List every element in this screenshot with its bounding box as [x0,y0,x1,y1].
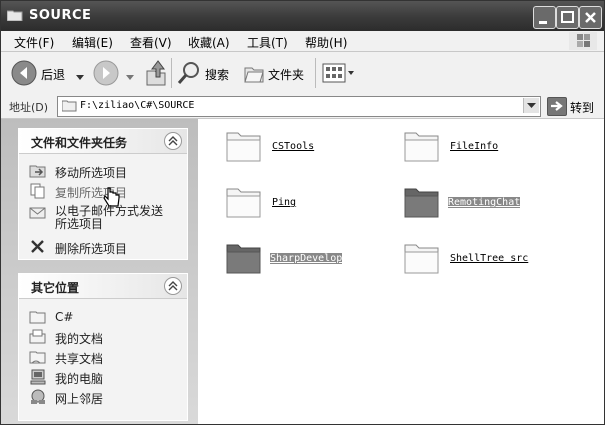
forward-button[interactable] [93,60,119,89]
maximize-button[interactable] [556,6,579,29]
folder-item[interactable]: Ping [225,183,385,223]
folder-icon [404,132,439,162]
folder-view: CSTools FileInfo Ping RemotingChat Sharp… [198,119,604,424]
toolbar-separator [315,58,316,88]
panel-title: 文件和文件夹任务 [31,136,128,150]
title-bar[interactable]: SOURCE [1,1,604,31]
folders-icon[interactable] [243,62,265,87]
back-dropdown-icon[interactable] [76,70,84,84]
folders-label[interactable]: 文件夹 [268,66,304,83]
copy-icon [29,183,47,199]
other-places-panel: 其它位置 C# 我的文档 共享文档 我的电脑 网上邻居 [18,273,188,421]
menu-bar: 文件(F) 编辑(E) 查看(V) 收藏(A) 工具(T) 帮助(H) [1,31,604,52]
toolbar-separator [171,58,172,88]
folder-item[interactable]: FileInfo [403,127,563,167]
forward-dropdown-icon[interactable] [126,70,134,84]
search-label[interactable]: 搜索 [205,66,229,83]
back-button[interactable] [11,60,37,89]
go-arrow-icon[interactable] [547,97,567,116]
folder-label: FileInfo [450,141,499,152]
menu-view[interactable]: 查看(V) [130,34,172,51]
menu-tools[interactable]: 工具(T) [247,34,288,51]
folder-item-selected[interactable]: RemotingChat [403,183,573,223]
menu-help[interactable]: 帮助(H) [305,34,347,51]
menu-favorites[interactable]: 收藏(A) [188,34,230,51]
address-input[interactable]: F:\ziliao\C#\SOURCE [57,96,541,117]
file-tasks-header[interactable]: 文件和文件夹任务 [19,129,187,154]
explorer-window: SOURCE 文件(F) 编辑(E) 查看(V) 收藏(A) 工具(T) 帮助(… [0,0,605,425]
task-email[interactable]: 以电子邮件方式发送所选项目 [29,204,179,238]
folder-icon [226,244,261,274]
folder-icon [404,188,439,218]
views-icon[interactable] [322,62,354,87]
menu-edit[interactable]: 编辑(E) [72,34,113,51]
shared-folder-icon [29,349,47,365]
back-label[interactable]: 后退 [41,66,65,83]
delete-icon [29,239,47,255]
folder-label: ShellTree src [450,253,529,264]
folder-icon [61,99,77,115]
up-folder-icon[interactable] [144,59,168,90]
minimize-button[interactable] [533,6,556,29]
menu-file[interactable]: 文件(F) [14,34,54,51]
other-places-header[interactable]: 其它位置 [19,274,187,299]
collapse-icon[interactable] [164,132,182,150]
computer-icon [29,369,47,385]
folder-icon [6,9,23,22]
address-label: 地址(D) [9,101,49,114]
email-icon [29,204,47,220]
toolbar: 后退 搜索 文件夹 [1,52,604,95]
folder-label: Ping [272,197,297,208]
folder-icon [226,132,261,162]
folder-item[interactable]: ShellTree src [403,239,573,279]
task-pane: 文件和文件夹任务 移动所选项目 复制所选项目 以电子邮件方式发送所选项目 删除所… [1,119,198,424]
address-bar: 地址(D) F:\ziliao\C#\SOURCE 转到 [1,94,604,119]
folder-item[interactable]: CSTools [225,127,385,167]
folder-label: RemotingChat [448,197,521,208]
network-icon [29,389,47,405]
address-dropdown-icon[interactable] [523,98,539,113]
go-label[interactable]: 转到 [570,99,594,116]
folder-icon [404,244,439,274]
folder-icon [29,309,47,325]
close-button[interactable] [579,6,602,29]
folder-icon [226,188,261,218]
my-documents-icon [29,329,47,345]
address-path: F:\ziliao\C#\SOURCE [80,100,195,111]
folder-label: SharpDevelop [270,253,343,264]
folder-item-selected[interactable]: SharpDevelop [225,239,385,279]
search-icon[interactable] [177,60,203,89]
move-icon [29,163,47,179]
file-tasks-panel: 文件和文件夹任务 移动所选项目 复制所选项目 以电子邮件方式发送所选项目 删除所… [18,128,188,260]
collapse-icon[interactable] [164,277,182,295]
panel-title: 其它位置 [31,281,80,295]
folder-label: CSTools [272,141,315,152]
window-title: SOURCE [29,8,92,23]
windows-logo-icon [569,32,597,50]
